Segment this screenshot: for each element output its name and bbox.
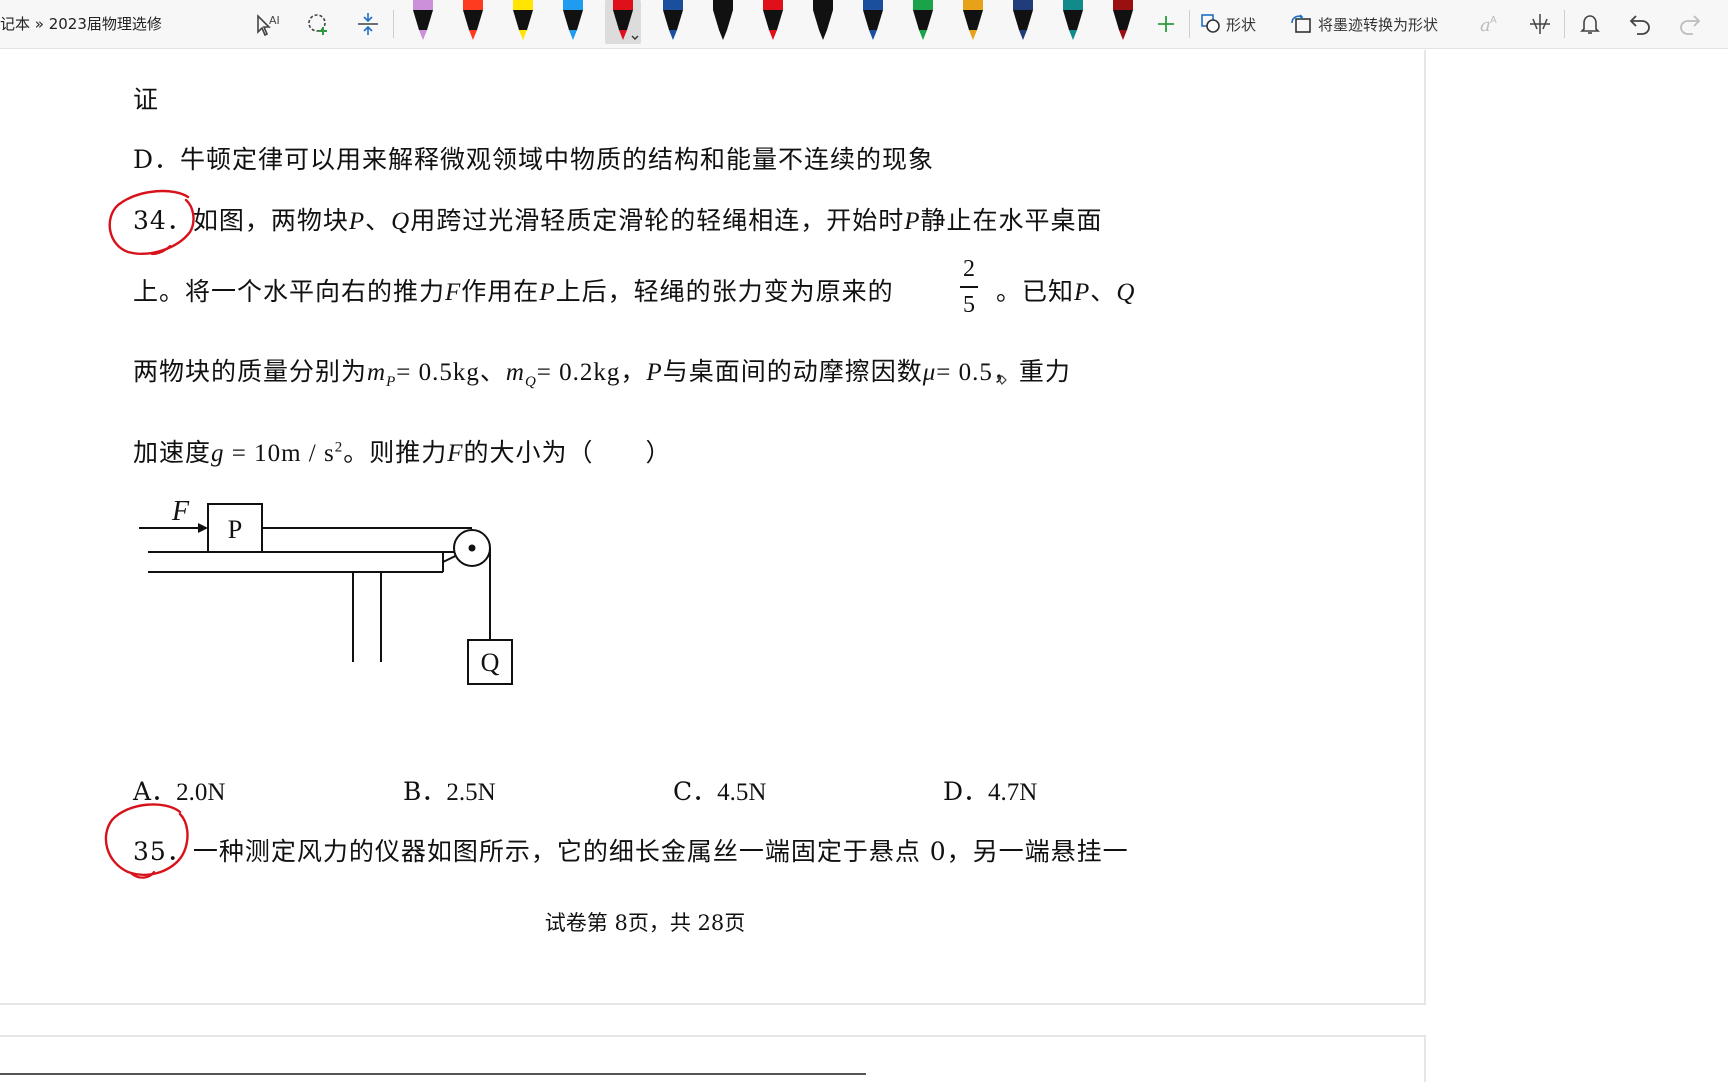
ink-to-math-icon[interactable]: aA	[1472, 6, 1508, 42]
pen-6-icon[interactable]	[655, 0, 691, 44]
pen-7-icon[interactable]	[705, 0, 741, 44]
pulley-axle	[468, 544, 476, 552]
q34-line-2-tail: 。已知P、Q	[996, 277, 1136, 306]
q34-line-3: 两物块的质量分别为mP= 0.5kg、mQ= 0.2kg，P与桌面间的动摩擦因数…	[133, 357, 1071, 390]
page-footer: 试卷第 8页，共 28页	[544, 911, 746, 935]
pen-13-icon[interactable]	[1005, 0, 1041, 44]
pen-8-icon[interactable]	[755, 0, 791, 44]
fraction-numerator: 2	[963, 256, 975, 282]
force-label: F	[171, 496, 190, 527]
pen-1-icon[interactable]	[405, 0, 441, 44]
redo-icon[interactable]	[1672, 6, 1708, 42]
shapes-button[interactable]: 形状	[1200, 13, 1256, 35]
pulley-diagram: F P Q	[139, 496, 513, 685]
fraction-bar	[960, 286, 978, 288]
ink-to-shape-icon	[1291, 14, 1311, 33]
q35-line-1: 35．一种测定风力的仪器如图所示，它的细长金属丝一端固定于悬点 0，另一端悬挂一	[133, 837, 1129, 866]
insert-space-icon[interactable]	[350, 6, 386, 42]
pen-10-icon[interactable]	[855, 0, 891, 44]
option-c: C．4.5N	[673, 777, 767, 806]
force-arrowhead	[198, 523, 208, 533]
lasso-select-icon[interactable]	[300, 6, 336, 42]
notification-bell-icon[interactable]	[1572, 6, 1608, 42]
prev-option-d: D．牛顿定律可以用来解释微观领域中物质的结构和能量不连续的现象	[133, 145, 935, 174]
pen-2-icon[interactable]	[455, 0, 491, 44]
q35-number: 35．	[133, 837, 193, 866]
pen-5-icon[interactable]	[605, 0, 641, 44]
toolbar-divider	[1189, 10, 1190, 38]
option-b: B．2.5N	[403, 777, 496, 806]
option-d: D．4.7N	[943, 777, 1038, 806]
lasso-text-select-icon[interactable]: AI	[250, 6, 286, 42]
q34-number: 34．	[133, 206, 193, 235]
pen-4-icon[interactable]	[555, 0, 591, 44]
q34-line-1: 34．如图，两物块P、Q用跨过光滑轻质定滑轮的轻绳相连，开始时P静止在水平桌面	[133, 206, 1103, 235]
pen-15-icon[interactable]	[1105, 0, 1141, 44]
block-p-label: P	[228, 515, 242, 544]
toolbar-divider	[1564, 10, 1565, 38]
pen-3-icon[interactable]	[505, 0, 541, 44]
fraction-denominator: 5	[963, 292, 975, 318]
option-a: A．2.0N	[133, 777, 226, 806]
next-page-rule	[0, 1073, 866, 1075]
ruler-icon[interactable]	[1522, 6, 1558, 42]
prev-line-fragment: 证	[133, 85, 160, 114]
toolbar-divider	[393, 10, 394, 38]
ink-toolbar: 记本 » 2023届物理选修 AI 形状 将墨迹转换为形状 aA	[0, 0, 1728, 49]
pen-14-icon[interactable]	[1055, 0, 1091, 44]
block-q-label: Q	[481, 648, 500, 677]
ink-to-shape-label: 将墨迹转换为形状	[1318, 15, 1439, 34]
ink-to-shape-button[interactable]: 将墨迹转换为形状	[1290, 13, 1438, 35]
undo-icon[interactable]	[1622, 6, 1658, 42]
shapes-icon	[1201, 14, 1220, 33]
shapes-label: 形状	[1226, 15, 1257, 34]
page-gap	[0, 1005, 1426, 1035]
svg-text:AI: AI	[269, 14, 280, 27]
add-pen-icon[interactable]	[1148, 6, 1184, 42]
q34-line-2: 上。将一个水平向右的推力F作用在P上后，轻绳的张力变为原来的	[133, 277, 894, 306]
pen-9-icon[interactable]	[805, 0, 841, 44]
breadcrumb[interactable]: 记本 » 2023届物理选修	[0, 13, 162, 34]
svg-text:A: A	[1490, 15, 1497, 26]
q34-line-4: 加速度g = 10m / s2。则推力F的大小为（ ）	[133, 438, 672, 467]
pen-12-icon[interactable]	[955, 0, 991, 44]
pen-11-icon[interactable]	[905, 0, 941, 44]
